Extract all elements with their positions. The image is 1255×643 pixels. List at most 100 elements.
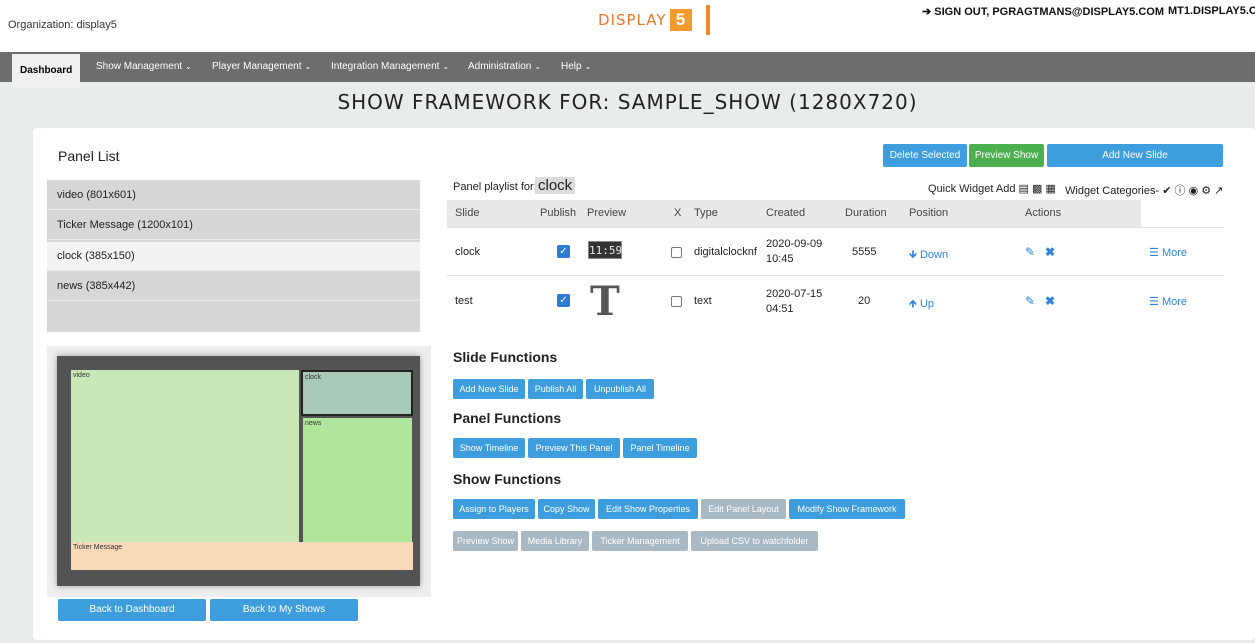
gear-icon[interactable]: ⚙ bbox=[1201, 185, 1211, 197]
row1-preview-clock[interactable]: 11:59 bbox=[588, 241, 622, 259]
chevron-down-icon: ⌄ bbox=[534, 62, 542, 71]
logo-accent-bar bbox=[705, 5, 710, 35]
row1-delete-icon[interactable]: ✖ bbox=[1045, 245, 1055, 259]
delete-selected-button[interactable]: Delete Selected bbox=[883, 144, 967, 167]
row1-move-down[interactable]: 🡻 Down bbox=[909, 246, 948, 265]
row1-more-link[interactable]: ☰ More bbox=[1149, 246, 1187, 259]
row2-select-checkbox[interactable] bbox=[671, 296, 682, 307]
modify-show-framework-button[interactable]: Modify Show Framework bbox=[789, 499, 905, 519]
top-bar: Organization: display5 DISPLAY 5 ➔ SIGN … bbox=[0, 0, 1255, 52]
ticker-management-button[interactable]: Ticker Management bbox=[592, 531, 688, 551]
back-to-my-shows-button[interactable]: Back to My Shows bbox=[210, 599, 358, 621]
nav-show-management[interactable]: Show Management ⌄ bbox=[96, 52, 192, 82]
panel-list-title: Panel List bbox=[58, 148, 120, 164]
panel-list-item[interactable]: video (801x601) bbox=[47, 181, 420, 210]
server-name[interactable]: MT1.DISPLAY5.CO bbox=[1168, 5, 1255, 17]
add-new-slide-fn-button[interactable]: Add New Slide bbox=[453, 379, 525, 399]
row1-select-checkbox[interactable] bbox=[671, 247, 682, 258]
row1-duration: 5555 bbox=[852, 246, 877, 258]
row2-delete-icon[interactable]: ✖ bbox=[1045, 294, 1055, 308]
col-x: X bbox=[674, 207, 682, 219]
dot-circle-icon[interactable]: ◉ bbox=[1189, 185, 1199, 197]
page-title: SHOW FRAMEWORK FOR: SAMPLE_SHOW (1280X72… bbox=[337, 90, 918, 114]
main-nav: Dashboard Show Management ⌄ Player Manage… bbox=[0, 52, 1255, 88]
zone-clock[interactable]: clock bbox=[301, 370, 413, 416]
arrow-up-icon: 🡹 bbox=[909, 298, 917, 310]
logo-badge: 5 bbox=[669, 9, 692, 31]
row2-publish-checkbox[interactable]: ✓ bbox=[557, 294, 570, 307]
panel-list: video (801x601) Ticker Message (1200x101… bbox=[47, 180, 420, 332]
zone-ticker[interactable]: Ticker Message bbox=[71, 542, 413, 570]
row1-publish-checkbox[interactable]: ✓ bbox=[557, 245, 570, 258]
nav-integration-management[interactable]: Integration Management ⌄ bbox=[331, 52, 449, 82]
unpublish-all-button[interactable]: Unpublish All bbox=[586, 379, 654, 399]
menu-icon: ☰ bbox=[1149, 247, 1159, 259]
row1-created-date: 2020-09-09 bbox=[766, 238, 823, 250]
col-publish: Publish bbox=[540, 207, 577, 219]
panel-list-item[interactable]: clock (385x150) bbox=[47, 242, 420, 271]
row2-preview-text[interactable]: T bbox=[590, 280, 620, 324]
chart-line-icon[interactable]: ↗ bbox=[1214, 185, 1223, 197]
upload-csv-button[interactable]: Upload CSV to watchfolder bbox=[691, 531, 818, 551]
panel-list-item[interactable]: Ticker Message (1200x101) bbox=[47, 211, 420, 240]
menu-icon: ☰ bbox=[1149, 296, 1159, 308]
row1-type: digitalclocknf bbox=[694, 246, 757, 258]
row2-created-time: 04:51 bbox=[766, 303, 794, 315]
row2-edit-icon[interactable]: ✎ bbox=[1025, 294, 1035, 308]
chevron-down-icon: ⌄ bbox=[185, 62, 192, 71]
playlist-panel-name: clock bbox=[535, 177, 576, 194]
nav-administration[interactable]: Administration ⌄ bbox=[468, 52, 541, 82]
row2-move-up[interactable]: 🡹 Up bbox=[909, 295, 934, 314]
row2-more-link[interactable]: ☰ More bbox=[1149, 295, 1187, 308]
check-circle-icon[interactable]: ✔ bbox=[1162, 185, 1171, 197]
display5-logo[interactable]: DISPLAY 5 bbox=[598, 4, 710, 36]
row-divider bbox=[447, 275, 1224, 276]
organization-label: Organization: display5 bbox=[8, 19, 117, 31]
col-preview: Preview bbox=[587, 207, 627, 219]
logo-text: DISPLAY bbox=[598, 11, 667, 29]
quick-widget-add: Quick Widget Add ▤ ▩ ▦ bbox=[928, 183, 1056, 195]
col-created: Created bbox=[766, 207, 806, 219]
row2-slide: test bbox=[455, 295, 473, 307]
publish-all-button[interactable]: Publish All bbox=[528, 379, 583, 399]
preview-this-panel-button[interactable]: Preview This Panel bbox=[528, 438, 620, 458]
media-library-button[interactable]: Media Library bbox=[521, 531, 589, 551]
zone-video[interactable]: video bbox=[71, 370, 299, 542]
row1-edit-icon[interactable]: ✎ bbox=[1025, 245, 1035, 259]
row1-created-time: 10:45 bbox=[766, 253, 794, 265]
col-duration: Duration bbox=[845, 207, 887, 219]
image-widget-icon[interactable]: ▤ bbox=[1019, 183, 1029, 195]
nav-dashboard[interactable]: Dashboard bbox=[12, 54, 81, 88]
zone-news[interactable]: news bbox=[303, 418, 412, 542]
col-type: Type bbox=[694, 207, 718, 219]
video-widget-icon[interactable]: ▩ bbox=[1032, 183, 1042, 195]
row2-duration: 20 bbox=[858, 295, 871, 307]
preview-show-fn-button[interactable]: Preview Show bbox=[453, 531, 518, 551]
assign-to-players-button[interactable]: Assign to Players bbox=[453, 499, 535, 519]
sign-out-icon: ➔ bbox=[922, 6, 932, 18]
back-to-dashboard-button[interactable]: Back to Dashboard bbox=[58, 599, 206, 621]
panel-list-item[interactable]: news (385x442) bbox=[47, 272, 420, 301]
arrow-down-icon: 🡻 bbox=[909, 249, 917, 261]
nav-player-management[interactable]: Player Management ⌄ bbox=[212, 52, 311, 82]
playlist-label: Panel playlist for: bbox=[453, 181, 537, 193]
preview-show-button[interactable]: Preview Show bbox=[969, 144, 1044, 167]
panel-timeline-button[interactable]: Panel Timeline bbox=[623, 438, 697, 458]
sign-out-link[interactable]: ➔ SIGN OUT, PGRAGTMANS@DISPLAY5.COM bbox=[922, 5, 1164, 18]
col-slide: Slide bbox=[455, 207, 480, 219]
show-timeline-button[interactable]: Show Timeline bbox=[453, 438, 525, 458]
ticker-widget-icon[interactable]: ▦ bbox=[1045, 183, 1055, 195]
chevron-down-icon: ⌄ bbox=[584, 62, 592, 71]
info-circle-icon[interactable]: ⓘ bbox=[1175, 185, 1186, 197]
widget-categories: Widget Categories- ✔ ⓘ ◉ ⚙ ↗ bbox=[1065, 185, 1224, 197]
row2-created-date: 2020-07-15 bbox=[766, 288, 823, 300]
col-position: Position bbox=[909, 207, 949, 219]
edit-panel-layout-button[interactable]: Edit Panel Layout bbox=[701, 499, 786, 519]
col-actions: Actions bbox=[1025, 207, 1062, 219]
copy-show-button[interactable]: Copy Show bbox=[538, 499, 595, 519]
add-new-slide-button[interactable]: Add New Slide bbox=[1047, 144, 1223, 167]
edit-show-properties-button[interactable]: Edit Show Properties bbox=[598, 499, 698, 519]
row2-type: text bbox=[694, 295, 712, 307]
nav-help[interactable]: Help ⌄ bbox=[561, 52, 591, 82]
row-divider bbox=[447, 227, 1224, 228]
